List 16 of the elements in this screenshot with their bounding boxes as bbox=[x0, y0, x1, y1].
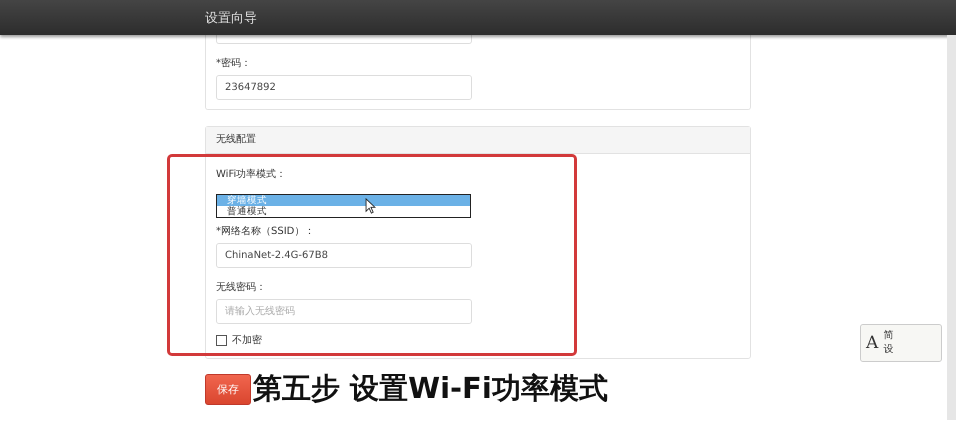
password-field[interactable]: 23647892 bbox=[216, 75, 472, 100]
badge-char: 简 bbox=[883, 329, 894, 343]
section-header: 无线配置 bbox=[206, 127, 750, 154]
badge-char: 设 bbox=[883, 343, 894, 357]
field-label: WiFi功率模式： bbox=[216, 168, 288, 181]
video-caption: 第五步 设置Wi-Fi功率模式 bbox=[253, 370, 608, 407]
ssid-field[interactable]: ChinaNet-2.4G-67B8 bbox=[216, 243, 472, 268]
badge-letter: A bbox=[866, 333, 878, 353]
field-label: *网络名称（SSID）： bbox=[216, 225, 316, 238]
page-title: 设置向导 bbox=[205, 10, 257, 26]
field-label: *密码： bbox=[216, 56, 252, 70]
checkbox-label: 不加密 bbox=[232, 334, 262, 347]
save-button[interactable]: 保存 bbox=[205, 374, 251, 404]
dropdown-option[interactable]: 普通模式 bbox=[217, 206, 470, 217]
field-label: 无线密码： bbox=[216, 280, 267, 294]
password-field[interactable]: 请输入无线密码 bbox=[216, 299, 472, 324]
